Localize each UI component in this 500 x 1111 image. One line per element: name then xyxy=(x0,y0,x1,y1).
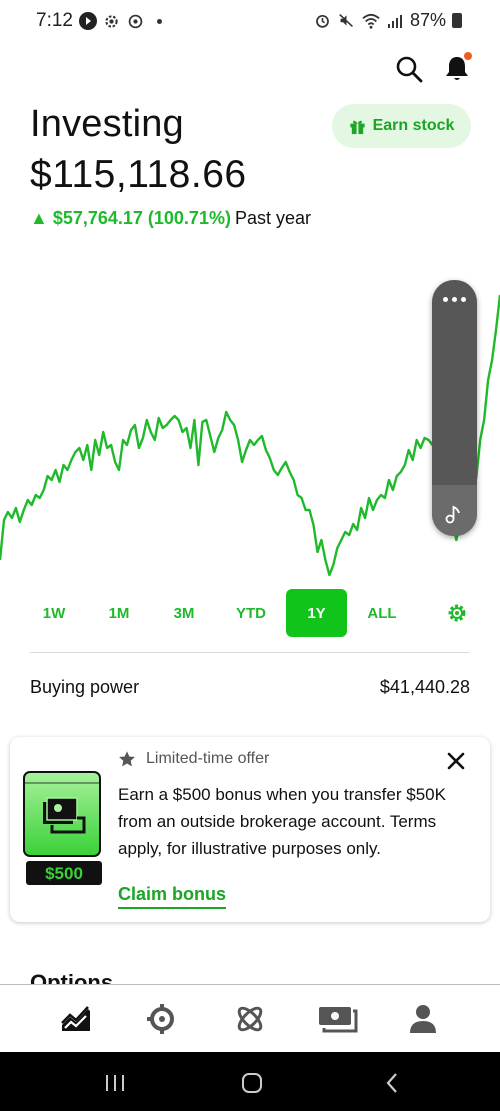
offer-tag: Limited-time offer xyxy=(118,750,269,768)
status-bar: 7:12 87% xyxy=(0,0,500,42)
range-all[interactable]: ALL xyxy=(357,589,407,637)
claim-bonus-link[interactable]: Claim bonus xyxy=(118,884,227,909)
star-icon xyxy=(119,751,135,767)
range-1y[interactable]: 1Y xyxy=(286,589,347,637)
account-icon xyxy=(410,1005,436,1033)
battery-icon xyxy=(452,13,462,28)
crypto-icon xyxy=(237,1006,263,1032)
sync-status-icon xyxy=(127,12,145,30)
search-icon[interactable] xyxy=(394,54,424,84)
back-icon[interactable] xyxy=(380,1070,406,1096)
music-note-icon[interactable] xyxy=(444,504,464,524)
mute-icon xyxy=(338,12,356,30)
options-section-title: Options xyxy=(30,970,114,984)
earn-stock-label: Earn stock xyxy=(372,117,455,134)
system-nav-bar xyxy=(0,1052,500,1111)
range-1m[interactable]: 1M xyxy=(95,589,143,637)
divider xyxy=(30,652,470,653)
offer-tag-label: Limited-time offer xyxy=(146,750,270,767)
investing-icon xyxy=(61,1006,90,1031)
portfolio-change: ▲ $57,764.17 (100.71%) Past year xyxy=(30,208,311,229)
promo-badge: $500 xyxy=(45,864,83,883)
range-ytd[interactable]: YTD xyxy=(226,589,276,637)
wifi-icon xyxy=(362,12,380,30)
offer-description: Earn a $500 bonus when you transfer $50K… xyxy=(118,785,446,858)
home-icon[interactable] xyxy=(239,1070,265,1096)
gift-icon xyxy=(350,120,365,134)
portfolio-value: $115,118.66 xyxy=(30,153,247,196)
time-range-selector: 1W 1M 3M YTD 1Y ALL xyxy=(0,589,500,637)
chart-line xyxy=(0,294,500,577)
notification-badge xyxy=(463,51,473,61)
bitcoin-icon xyxy=(147,1004,174,1034)
range-3m[interactable]: 3M xyxy=(160,589,208,637)
nav-bitcoin[interactable] xyxy=(144,1001,180,1037)
floating-side-panel[interactable] xyxy=(432,280,477,536)
status-left: 7:12 xyxy=(36,10,162,32)
nav-cash[interactable] xyxy=(318,1001,358,1037)
ellipsis-icon[interactable] xyxy=(443,297,466,302)
buying-power-label: Buying power xyxy=(30,677,140,697)
change-amount: ▲ $57,764.17 (100.71%) xyxy=(30,208,231,228)
nav-investing[interactable] xyxy=(58,1001,94,1037)
change-period: Past year xyxy=(234,208,311,228)
nav-crypto[interactable] xyxy=(232,1001,268,1037)
gear-status-icon xyxy=(103,12,121,30)
signal-icon xyxy=(386,12,404,30)
portfolio-chart[interactable] xyxy=(0,270,500,580)
earn-stock-button[interactable]: Earn stock xyxy=(332,104,471,148)
bottom-nav xyxy=(0,984,500,1052)
recent-apps-icon[interactable] xyxy=(102,1070,128,1096)
alarm-icon xyxy=(314,12,332,30)
close-icon[interactable] xyxy=(445,750,467,772)
range-1w[interactable]: 1W xyxy=(30,589,78,637)
play-icon xyxy=(78,12,97,30)
cash-icon xyxy=(319,1007,358,1033)
buying-power-value[interactable]: $41,440.28 xyxy=(380,677,470,698)
status-time: 7:12 xyxy=(36,10,73,31)
battery-percent: 87% xyxy=(409,10,446,30)
page-title: Investing xyxy=(30,103,184,145)
chart-settings-gear-icon[interactable] xyxy=(446,602,468,624)
status-right: 87% xyxy=(314,10,462,31)
cash-promo-illustration: $500 xyxy=(23,771,102,885)
notification-dot-icon xyxy=(156,18,162,24)
nav-account[interactable] xyxy=(405,1001,441,1037)
